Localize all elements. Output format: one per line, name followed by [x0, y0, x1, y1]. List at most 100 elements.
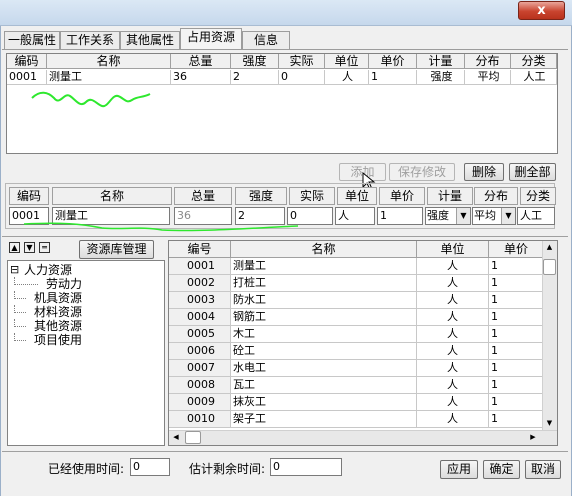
price-input[interactable]: 1: [377, 207, 423, 225]
table-cell[interactable]: 抹灰工: [231, 394, 417, 411]
table-cell[interactable]: 1: [489, 394, 542, 411]
table-cell[interactable]: 架子工: [231, 411, 417, 428]
table-cell[interactable]: 0: [279, 70, 325, 85]
horizontal-scroll-thumb[interactable]: [185, 431, 201, 444]
table-cell[interactable]: 人: [417, 377, 489, 394]
table-cell[interactable]: 0004: [169, 309, 231, 326]
ok-button[interactable]: 确定: [483, 460, 520, 479]
table-cell[interactable]: 人: [417, 326, 489, 343]
table-cell[interactable]: 强度: [417, 70, 465, 85]
table-cell[interactable]: 0008: [169, 377, 231, 394]
tree-item[interactable]: ⊟ 人力资源: [10, 263, 160, 277]
table-cell[interactable]: 人: [417, 360, 489, 377]
close-button[interactable]: x: [518, 1, 565, 20]
scroll-down-icon[interactable]: ▼: [544, 419, 555, 428]
table-cell[interactable]: 1: [489, 326, 542, 343]
column-header[interactable]: 计量: [417, 54, 465, 69]
table-cell[interactable]: 0003: [169, 292, 231, 309]
table-cell[interactable]: 人工: [511, 70, 557, 85]
resource-library-manage-button[interactable]: 资源库管理: [79, 240, 154, 259]
column-header[interactable]: 名称: [231, 241, 417, 258]
table-cell[interactable]: 0001: [7, 70, 47, 85]
measure-select[interactable]: 强度 ▼: [425, 207, 471, 225]
column-header[interactable]: 实际: [279, 54, 325, 69]
tree-item[interactable]: 材料资源: [10, 305, 160, 319]
table-cell[interactable]: 0007: [169, 360, 231, 377]
tab-general[interactable]: 一般属性: [4, 31, 60, 50]
table-cell[interactable]: 人: [417, 258, 489, 275]
table-cell[interactable]: 钢筋工: [231, 309, 417, 326]
table-cell[interactable]: 1: [489, 309, 542, 326]
table-cell[interactable]: 0009: [169, 394, 231, 411]
used-time-input[interactable]: 0: [130, 458, 170, 476]
table-cell[interactable]: 水电工: [231, 360, 417, 377]
move-up-icon[interactable]: ▲: [9, 242, 20, 253]
vertical-scroll-thumb[interactable]: [543, 259, 556, 275]
tab-resources[interactable]: 占用资源: [180, 28, 242, 49]
tab-work-relation[interactable]: 工作关系: [60, 31, 120, 50]
cancel-button[interactable]: 取消: [525, 460, 561, 479]
table-cell[interactable]: 人: [417, 394, 489, 411]
table-cell[interactable]: 打桩工: [231, 275, 417, 292]
tree-item[interactable]: 项目使用: [10, 333, 160, 347]
table-cell[interactable]: 人: [417, 343, 489, 360]
table-cell[interactable]: 0010: [169, 411, 231, 428]
table-cell[interactable]: 人: [417, 275, 489, 292]
column-header[interactable]: 单价: [369, 54, 417, 69]
delete-all-button[interactable]: 删全部: [509, 163, 556, 181]
collapse-all-icon[interactable]: ═: [39, 242, 50, 253]
table-cell[interactable]: 测量工: [47, 70, 171, 85]
table-cell[interactable]: 1: [489, 258, 542, 275]
table-cell[interactable]: 1: [369, 70, 417, 85]
table-cell[interactable]: 1: [489, 411, 542, 428]
column-header[interactable]: 分类: [511, 54, 557, 69]
tab-other-props[interactable]: 其他属性: [120, 31, 180, 50]
tree-expander-icon[interactable]: ⊟: [10, 263, 19, 277]
tab-info[interactable]: 信息: [242, 31, 290, 50]
column-header[interactable]: 编码: [7, 54, 47, 69]
table-cell[interactable]: 0005: [169, 326, 231, 343]
save-changes-button[interactable]: 保存修改: [389, 163, 455, 181]
delete-button[interactable]: 删除: [464, 163, 504, 181]
table-cell[interactable]: 平均: [465, 70, 511, 85]
column-header[interactable]: 单价: [489, 241, 542, 258]
table-cell[interactable]: 木工: [231, 326, 417, 343]
table-cell[interactable]: 0006: [169, 343, 231, 360]
category-input[interactable]: 人工: [517, 207, 555, 225]
table-cell[interactable]: 0001: [169, 258, 231, 275]
unit-input[interactable]: 人: [335, 207, 375, 225]
table-cell[interactable]: 测量工: [231, 258, 417, 275]
scroll-left-icon[interactable]: ◀: [171, 432, 181, 443]
tree-item[interactable]: 其他资源: [10, 319, 160, 333]
column-header[interactable]: 编号: [169, 241, 231, 258]
table-cell[interactable]: 人: [417, 309, 489, 326]
table-cell[interactable]: 2: [231, 70, 279, 85]
column-header[interactable]: 强度: [231, 54, 279, 69]
apply-button[interactable]: 应用: [440, 460, 478, 479]
column-header[interactable]: 单位: [325, 54, 369, 69]
table-cell[interactable]: 1: [489, 360, 542, 377]
table-cell[interactable]: 1: [489, 343, 542, 360]
table-cell[interactable]: 瓦工: [231, 377, 417, 394]
table-cell[interactable]: 人: [417, 411, 489, 428]
table-cell[interactable]: 1: [489, 275, 542, 292]
column-header[interactable]: 单位: [417, 241, 489, 258]
column-header[interactable]: 总量: [171, 54, 231, 69]
horizontal-scrollbar[interactable]: [169, 430, 557, 445]
table-cell[interactable]: 防水工: [231, 292, 417, 309]
tree-item[interactable]: 劳动力: [10, 277, 160, 291]
scroll-up-icon[interactable]: ▲: [544, 243, 555, 252]
distribution-select[interactable]: 平均 ▼: [472, 207, 516, 225]
table-cell[interactable]: 36: [171, 70, 231, 85]
column-header[interactable]: 分布: [465, 54, 511, 69]
column-header[interactable]: 名称: [47, 54, 171, 69]
remaining-time-input[interactable]: 0: [270, 458, 342, 476]
table-cell[interactable]: 人: [417, 292, 489, 309]
table-cell[interactable]: 1: [489, 377, 542, 394]
table-cell[interactable]: 砼工: [231, 343, 417, 360]
table-cell[interactable]: 人: [325, 70, 369, 85]
tree-item[interactable]: 机具资源: [10, 291, 160, 305]
move-down-icon[interactable]: ▼: [24, 242, 35, 253]
table-cell[interactable]: 0002: [169, 275, 231, 292]
table-cell[interactable]: 1: [489, 292, 542, 309]
